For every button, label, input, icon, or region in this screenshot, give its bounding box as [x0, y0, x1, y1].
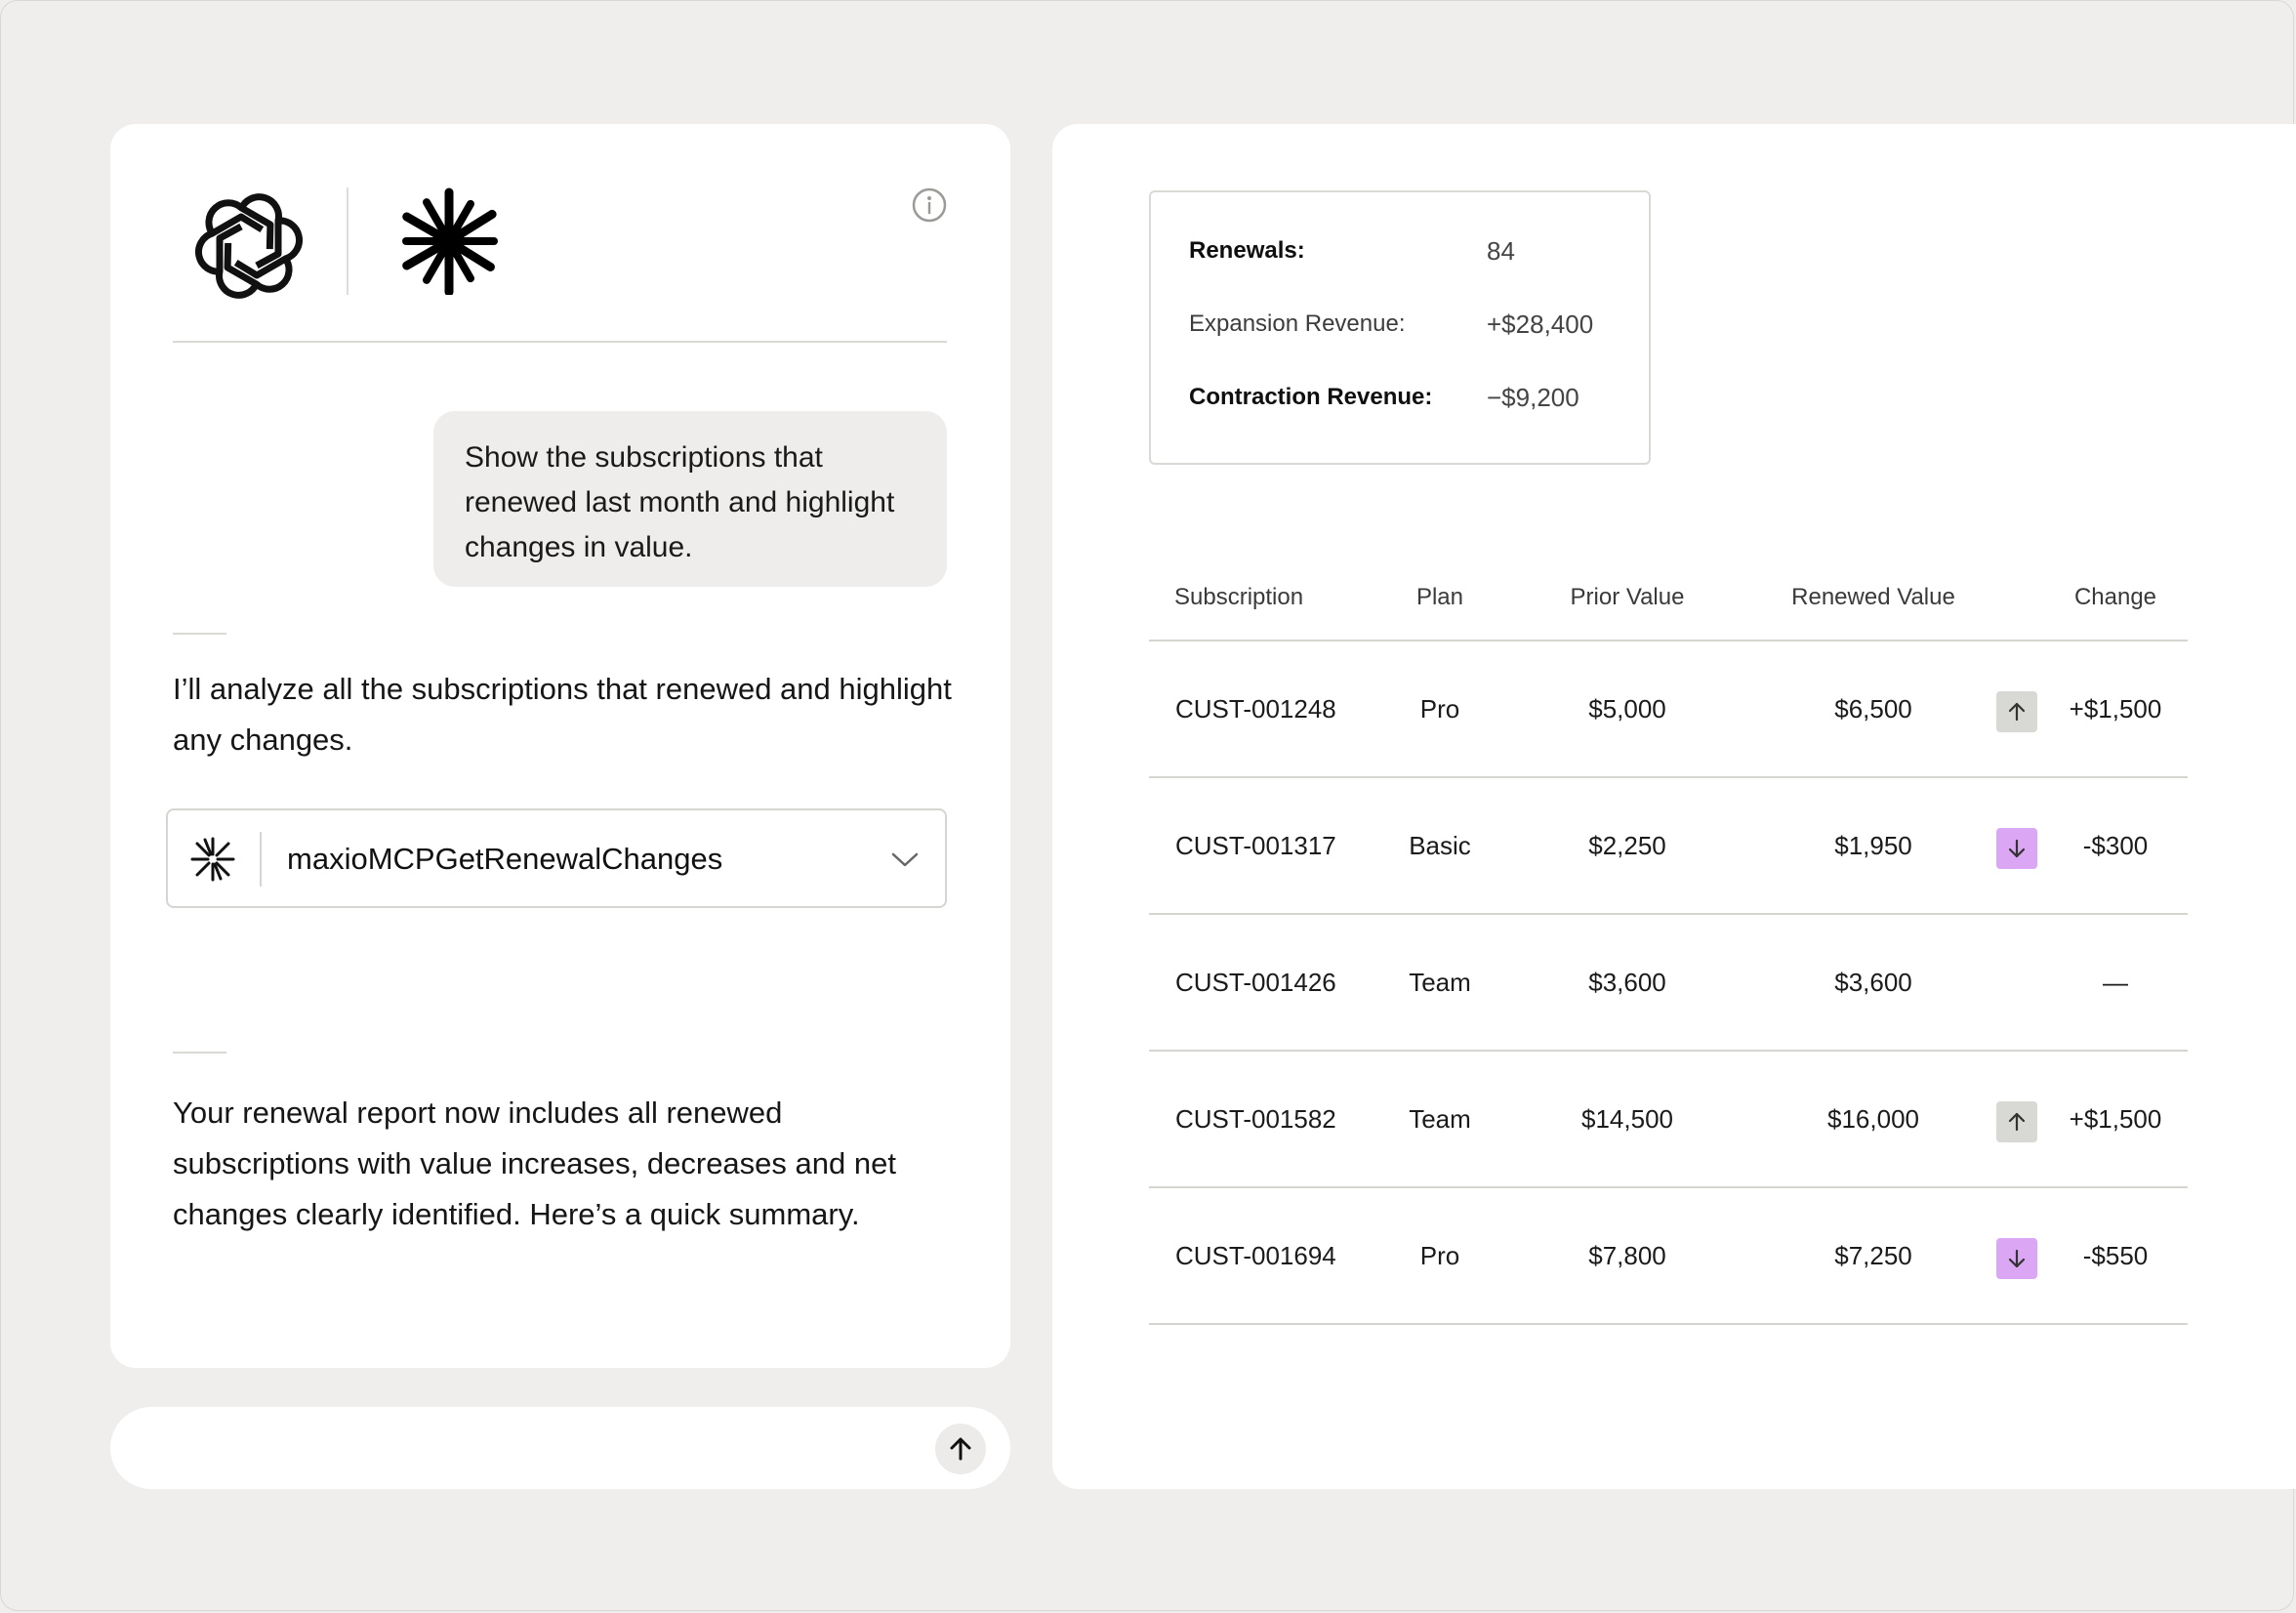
column-header-subscription: Subscription: [1174, 584, 1304, 610]
row-divider: [1149, 1323, 2188, 1325]
arrow-up-icon: [2008, 702, 2026, 722]
prior-value-cell: $7,800: [1588, 1241, 1666, 1270]
renewal-report-panel: Renewals: 84 Expansion Revenue: +$28,400…: [1052, 124, 2296, 1489]
arrow-up-icon: [2008, 1112, 2026, 1132]
renewed-value-cell: $6,500: [1834, 694, 1912, 724]
tool-separator: [260, 832, 262, 887]
change-cell: —: [2103, 968, 2128, 997]
subscription-id: CUST-001694: [1175, 1241, 1336, 1270]
column-header-change: Change: [2073, 584, 2157, 610]
plan-cell: Pro: [1419, 1241, 1460, 1270]
table-row[interactable]: CUST-001426 Team $3,600 $3,600 —: [1149, 915, 2188, 1052]
change-cell: -$550: [2082, 1241, 2149, 1270]
subscription-id: CUST-001426: [1175, 968, 1336, 997]
chat-input[interactable]: [110, 1407, 1010, 1489]
chevron-down-icon[interactable]: [890, 848, 920, 871]
column-header-plan: Plan: [1415, 584, 1464, 610]
info-icon[interactable]: [911, 186, 948, 224]
openai-logo-icon: [194, 193, 304, 299]
renewal-summary-card: Renewals: 84 Expansion Revenue: +$28,400…: [1149, 190, 1651, 465]
assistant-intro-message: I’ll analyze all the subscriptions that …: [173, 672, 952, 757]
message-divider: [173, 1052, 226, 1054]
contraction-revenue-label: Contraction Revenue:: [1189, 384, 1433, 410]
logo-divider: [347, 187, 348, 295]
tool-name: maxioMCPGetRenewalChanges: [287, 842, 723, 876]
table-row[interactable]: CUST-001317 Basic $2,250 $1,950 -$300: [1149, 778, 2188, 915]
claude-logo-icon: [402, 187, 498, 295]
change-cell: +$1,500: [2069, 694, 2162, 724]
decrease-badge: [1996, 1238, 2037, 1279]
renewed-value-cell: $7,250: [1834, 1241, 1912, 1270]
column-header-renewed-value: Renewed Value: [1791, 584, 1955, 610]
message-divider: [173, 633, 226, 635]
chat-panel: Show the subscriptions that renewed last…: [110, 124, 1010, 1368]
table-row[interactable]: CUST-001582 Team $14,500 $16,000 +$1,500: [1149, 1052, 2188, 1188]
increase-badge: [1996, 691, 2037, 732]
plan-cell: Basic: [1409, 831, 1471, 860]
decrease-badge: [1996, 828, 2037, 869]
renewed-value-cell: $16,000: [1827, 1104, 1919, 1134]
arrow-up-icon: [950, 1437, 971, 1461]
contraction-revenue-value: −$9,200: [1487, 383, 1579, 412]
table-row[interactable]: CUST-001248 Pro $5,000 $6,500 +$1,500: [1149, 641, 2188, 778]
plan-cell: Team: [1409, 1104, 1471, 1134]
prior-value-cell: $5,000: [1588, 694, 1666, 724]
subscription-id: CUST-001248: [1175, 694, 1336, 724]
arrow-down-icon: [2008, 839, 2026, 858]
prior-value-cell: $3,600: [1588, 968, 1666, 997]
plan-cell: Pro: [1419, 694, 1460, 724]
prior-value-cell: $14,500: [1581, 1104, 1673, 1134]
renewals-label: Renewals:: [1189, 237, 1305, 264]
plan-cell: Team: [1409, 968, 1471, 997]
tool-call-dropdown[interactable]: maxioMCPGetRenewalChanges: [166, 808, 947, 908]
prior-value-cell: $2,250: [1588, 831, 1666, 860]
table-row[interactable]: CUST-001694 Pro $7,800 $7,250 -$550: [1149, 1188, 2188, 1325]
send-button[interactable]: [935, 1424, 986, 1474]
subscription-id: CUST-001317: [1175, 831, 1336, 860]
expansion-revenue-value: +$28,400: [1487, 310, 1594, 339]
subscription-id: CUST-001582: [1175, 1104, 1336, 1134]
arrow-down-icon: [2008, 1249, 2026, 1268]
user-message-bubble: Show the subscriptions that renewed last…: [433, 411, 947, 587]
renewed-value-cell: $1,950: [1834, 831, 1912, 860]
change-cell: -$300: [2082, 831, 2149, 860]
header-divider: [173, 341, 947, 343]
column-header-prior-value: Prior Value: [1570, 584, 1685, 610]
renewals-value: 84: [1487, 236, 1515, 266]
expansion-revenue-label: Expansion Revenue:: [1189, 310, 1406, 337]
assistant-summary-message: Your renewal report now includes all ren…: [173, 1096, 896, 1231]
renewed-value-cell: $3,600: [1834, 968, 1912, 997]
asterisk-spark-icon: [190, 837, 235, 882]
change-cell: +$1,500: [2069, 1104, 2162, 1134]
increase-badge: [1996, 1101, 2037, 1142]
